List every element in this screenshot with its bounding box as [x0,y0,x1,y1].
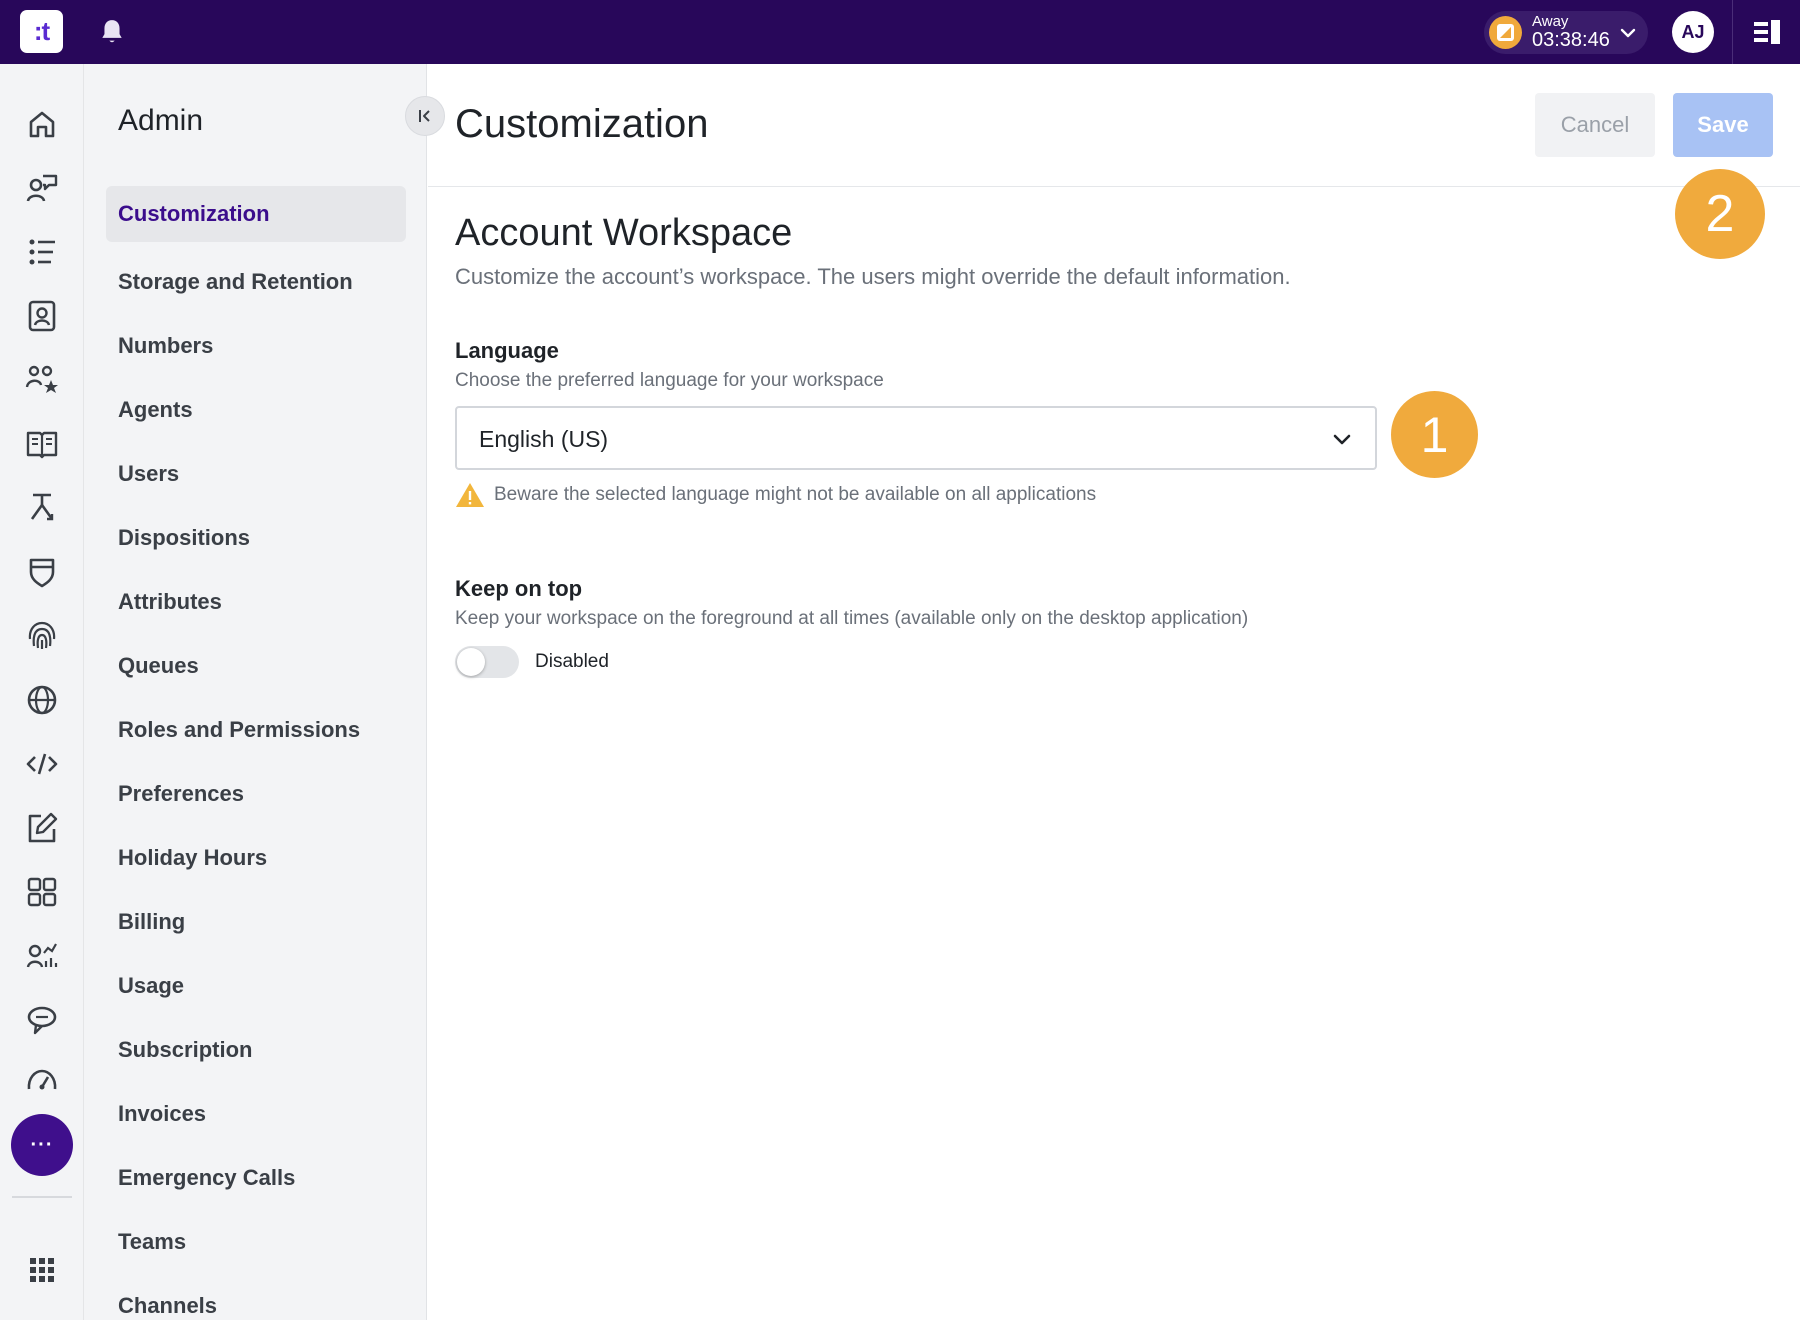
analytics-icon[interactable] [22,936,62,976]
sidebar-item-emergency-calls[interactable]: Emergency Calls [106,1146,406,1210]
topbar-divider [1732,0,1733,64]
sidebar-item-billing[interactable]: Billing [106,890,406,954]
sidebar-item-roles-and-permissions[interactable]: Roles and Permissions [106,698,406,762]
sidebar-item-agents[interactable]: Agents [106,378,406,442]
app-root: :t Away 03:38:46 AJ ··· Admin Customizat… [0,0,1800,1320]
admin-sidebar: Admin Customization Storage and Retentio… [84,64,427,1320]
status-label: Away [1532,13,1569,30]
step-marker-1: 1 [1391,391,1478,478]
admin-menu: Customization Storage and Retention Numb… [106,186,406,1320]
more-apps-button[interactable]: ··· [11,1114,73,1176]
sidebar-item-queues[interactable]: Queues [106,634,406,698]
knowledge-book-icon[interactable] [22,424,62,464]
sidebar-item-teams[interactable]: Teams [106,1210,406,1274]
keep-on-top-help: Keep your workspace on the foreground at… [455,608,1249,629]
warning-text: Beware the selected language might not b… [494,484,1097,505]
section-description: Customize the account’s workspace. The u… [455,264,1291,289]
chevron-down-icon [1620,28,1636,38]
rail-divider [12,1196,72,1198]
away-status-icon [1489,16,1522,49]
routing-icon[interactable] [22,488,62,528]
sidebar-item-channels[interactable]: Channels [106,1274,406,1320]
cancel-button[interactable]: Cancel [1535,93,1655,157]
toggle-knob [457,648,485,676]
sidebar-item-storage-and-retention[interactable]: Storage and Retention [106,250,406,314]
status-timer: 03:38:46 [1532,29,1610,51]
conversations-icon[interactable] [22,168,62,208]
keep-on-top-label: Keep on top [455,576,583,601]
language-help: Choose the preferred language for your w… [455,370,884,391]
language-selected-value: English (US) [479,426,609,452]
shield-icon[interactable] [22,552,62,592]
user-avatar[interactable]: AJ [1672,11,1714,53]
sidebar-title: Admin [118,104,204,137]
list-icon[interactable] [22,232,62,272]
save-button[interactable]: Save [1673,93,1773,157]
contacts-icon[interactable] [22,296,62,336]
sidebar-item-dispositions[interactable]: Dispositions [106,506,406,570]
main-content: Customization Cancel Save 2 Account Work… [428,64,1800,1320]
sidebar-item-users[interactable]: Users [106,442,406,506]
sidebar-item-preferences[interactable]: Preferences [106,762,406,826]
sidebar-item-attributes[interactable]: Attributes [106,570,406,634]
code-icon[interactable] [22,744,62,784]
sidebar-item-usage[interactable]: Usage [106,954,406,1018]
warning-icon [456,483,484,507]
keep-on-top-toggle[interactable] [455,646,519,678]
top-bar: :t Away 03:38:46 AJ [0,0,1800,64]
teams-icon[interactable] [22,360,62,400]
sidebar-item-subscription[interactable]: Subscription [106,1018,406,1082]
icon-rail: ··· [0,64,84,1320]
status-selector[interactable]: Away 03:38:46 [1484,11,1648,54]
app-logo[interactable]: :t [20,10,63,53]
language-label: Language [455,338,559,363]
collapse-left-icon [419,110,430,122]
keep-on-top-row: Disabled [455,646,609,678]
chevron-down-icon [1333,434,1351,445]
app-grid-icon[interactable] [22,1250,62,1290]
page-title: Customization [455,102,709,146]
sidebar-item-holiday-hours[interactable]: Holiday Hours [106,826,406,890]
edit-icon[interactable] [22,808,62,848]
globe-icon[interactable] [22,680,62,720]
language-select[interactable]: English (US) [455,406,1377,470]
speedometer-icon[interactable] [22,1060,62,1100]
step-marker-2: 2 [1675,169,1765,259]
collapse-sidebar-button[interactable] [405,96,445,136]
header-divider [428,186,1800,187]
language-warning: Beware the selected language might not b… [455,480,1096,510]
bell-icon[interactable] [99,18,125,46]
home-icon[interactable] [22,104,62,144]
fingerprint-icon[interactable] [22,616,62,656]
dashboard-grid-icon[interactable] [22,872,62,912]
chat-bubble-icon[interactable] [22,1000,62,1040]
sidebar-item-customization[interactable]: Customization [106,186,406,242]
section-title: Account Workspace [455,212,793,254]
side-panel-toggle-icon[interactable] [1752,18,1782,46]
sidebar-item-invoices[interactable]: Invoices [106,1082,406,1146]
keep-on-top-state: Disabled [535,651,609,672]
sidebar-item-numbers[interactable]: Numbers [106,314,406,378]
